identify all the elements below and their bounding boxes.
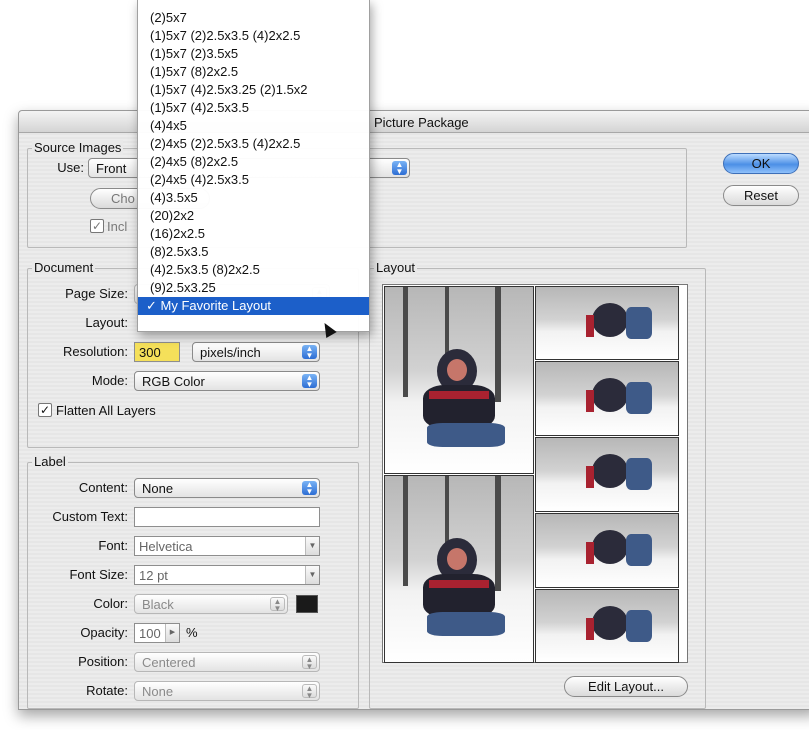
popup-arrows-icon: ▲▼: [302, 481, 317, 496]
mode-label: Mode:: [91, 373, 128, 388]
content-label: Content:: [78, 480, 128, 495]
flatten-label: Flatten All Layers: [56, 403, 156, 418]
layout-menu-item[interactable]: (20)2x2: [138, 207, 369, 225]
resolution-label: Resolution:: [62, 344, 128, 359]
preview-photo-large: [384, 475, 534, 663]
color-label: Color:: [93, 596, 128, 611]
use-label: Use:: [57, 160, 84, 175]
resolution-unit-popup[interactable]: pixels/inch ▲ ▼: [192, 342, 320, 362]
layout-menu-item[interactable]: (2)4x5 (8)2x2.5: [138, 153, 369, 171]
ok-button[interactable]: OK: [723, 153, 799, 174]
layout-menu-item[interactable]: (4)3.5x5: [138, 189, 369, 207]
font-size-label: Font Size:: [69, 567, 128, 582]
include-checkbox[interactable]: ✓: [90, 219, 104, 233]
chevron-down-icon[interactable]: ▼: [305, 537, 319, 555]
opacity-label: Opacity:: [80, 625, 128, 640]
label-group: Label Content: None ▲ ▼ Custom Text: Font…: [27, 454, 359, 709]
preview-photo-small: [535, 437, 679, 512]
use-popup-value: Front: [96, 161, 127, 176]
font-size-combo[interactable]: 12 pt ▼: [134, 565, 320, 585]
preview-photo-small: [535, 286, 679, 360]
layout-menu-item[interactable]: (2)4x5 (4)2.5x3.5: [138, 171, 369, 189]
edit-layout-button[interactable]: Edit Layout...: [564, 676, 688, 697]
source-images-legend: Source Images: [32, 140, 124, 155]
layout-group: Layout Edit Layout...: [369, 260, 706, 709]
position-label: Position:: [78, 654, 128, 669]
layout-menu-item[interactable]: (4)4x5: [138, 117, 369, 135]
dialog-title: Picture Package: [374, 115, 469, 130]
chevron-down-icon[interactable]: ▼: [305, 566, 319, 584]
popup-arrows-icon: ▲▼: [392, 161, 407, 176]
layout-menu-item[interactable]: (1)5x7 (8)2x2.5: [138, 63, 369, 81]
layout-menu-item[interactable]: (16)2x2.5: [138, 225, 369, 243]
rotate-label: Rotate:: [86, 683, 128, 698]
layout-dropdown-menu: (2)5x7 (1)5x7 (2)2.5x3.5 (4)2x2.5 (1)5x7 (…: [137, 0, 370, 332]
flatten-checkbox[interactable]: ✓: [38, 403, 52, 417]
document-legend: Document: [32, 260, 96, 275]
layout-menu-item[interactable]: (2)4x5 (2)2.5x3.5 (4)2x2.5: [138, 135, 369, 153]
position-popup[interactable]: Centered ▲ ▼: [134, 652, 320, 672]
layout-menu-item[interactable]: (2)5x7: [138, 9, 369, 27]
color-swatch[interactable]: [296, 595, 318, 613]
color-popup[interactable]: Black ▲ ▼: [134, 594, 288, 614]
layout-menu-item[interactable]: (4)2.5x3.5 (8)2x2.5: [138, 261, 369, 279]
label-legend: Label: [32, 454, 68, 469]
resolution-field[interactable]: 300: [134, 342, 180, 362]
opacity-field[interactable]: 100 ▶: [134, 623, 180, 643]
content-popup[interactable]: None ▲ ▼: [134, 478, 320, 498]
layout-preview: [382, 284, 688, 663]
layout-menu-item[interactable]: (1)5x7 (4)2.5x3.5: [138, 99, 369, 117]
popup-arrows-icon: ▲▼: [302, 374, 317, 389]
popup-arrows-icon: ▲▼: [302, 684, 317, 700]
custom-text-field[interactable]: [134, 507, 320, 527]
layout-menu-item[interactable]: (1)5x7 (2)3.5x5: [138, 45, 369, 63]
popup-arrows-icon: ▲▼: [302, 655, 317, 671]
chevron-right-icon[interactable]: ▶: [165, 624, 179, 642]
mode-popup[interactable]: RGB Color ▲ ▼: [134, 371, 320, 391]
layout-legend: Layout: [374, 260, 418, 275]
font-combo[interactable]: Helvetica ▼: [134, 536, 320, 556]
layout-menu-item[interactable]: (1)5x7 (2)2.5x3.5 (4)2x2.5: [138, 27, 369, 45]
rotate-popup[interactable]: None ▲ ▼: [134, 681, 320, 701]
layout-label: Layout:: [85, 315, 128, 330]
preview-photo-small: [535, 589, 679, 663]
page-size-label: Page Size:: [65, 286, 128, 301]
layout-menu-item[interactable]: (8)2.5x3.5: [138, 243, 369, 261]
layout-menu-item-selected[interactable]: ✓ My Favorite Layout: [138, 297, 369, 315]
include-label: Incl: [107, 219, 128, 234]
reset-button[interactable]: Reset: [723, 185, 799, 206]
font-label: Font:: [98, 538, 128, 553]
opacity-unit: %: [186, 625, 198, 640]
preview-photo-large: [384, 286, 534, 474]
preview-photo-small: [535, 513, 679, 588]
layout-menu-item[interactable]: (1)5x7 (4)2.5x3.25 (2)1.5x2: [138, 81, 369, 99]
popup-arrows-icon: ▲▼: [302, 345, 317, 360]
popup-arrows-icon: ▲▼: [270, 597, 285, 613]
preview-photo-small: [535, 361, 679, 436]
layout-menu-item[interactable]: (9)2.5x3.25: [138, 279, 369, 297]
custom-text-label: Custom Text:: [52, 509, 128, 524]
